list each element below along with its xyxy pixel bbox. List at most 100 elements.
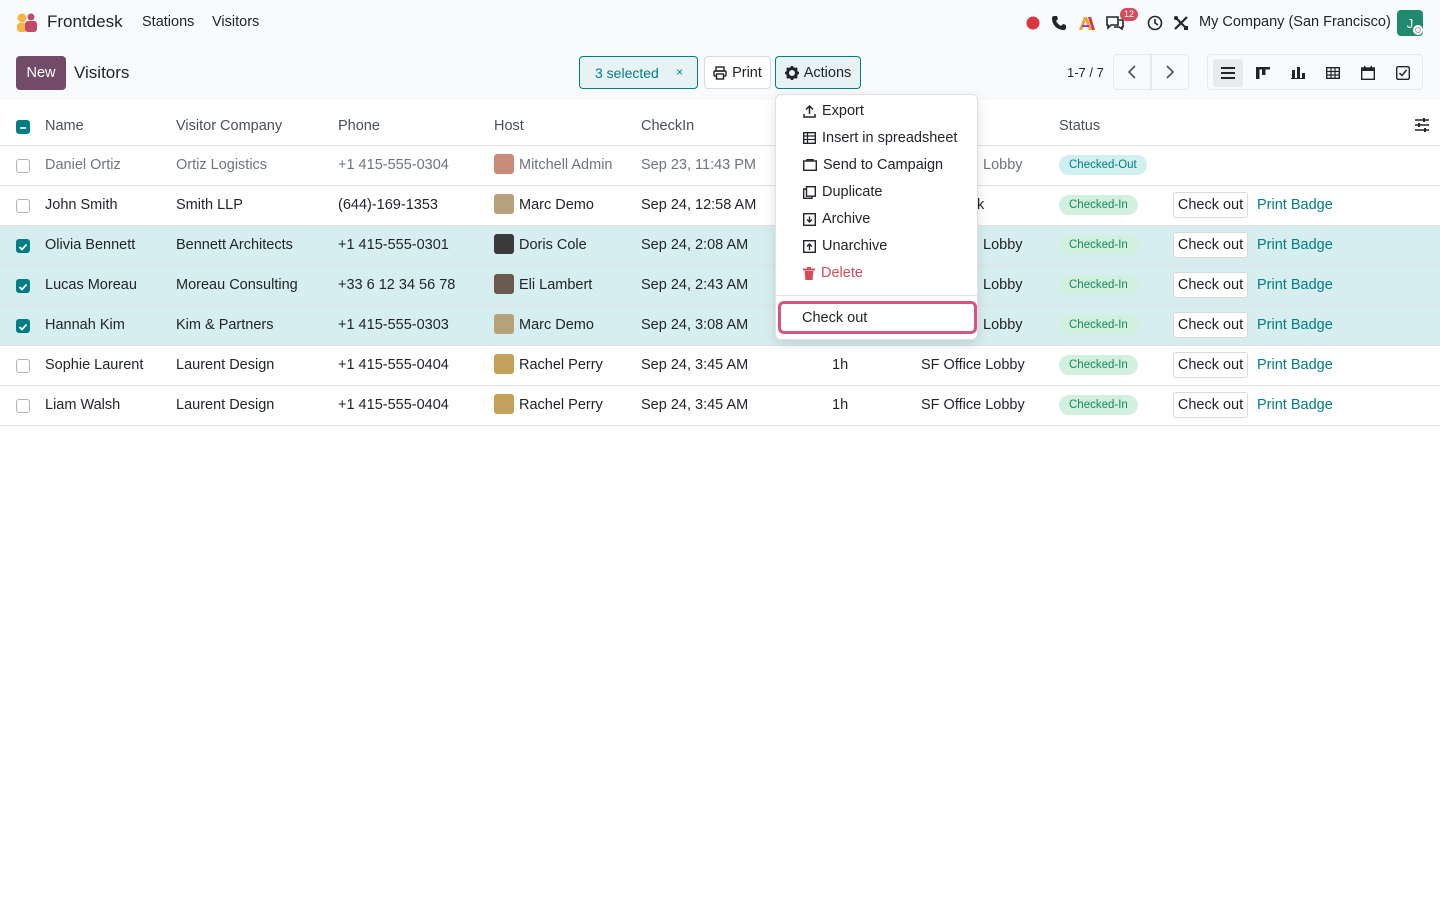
row-checkbox[interactable] [16,399,30,413]
actions-button[interactable]: Actions [775,56,861,89]
row-checkbox[interactable] [16,239,30,253]
menu-item-label: Delete [821,265,863,281]
cell-host: Eli Lambert [519,277,593,293]
cell-phone: +1 415-555-0303 [338,317,449,333]
ai-icon[interactable] [1077,13,1097,33]
company-switcher[interactable]: My Company (San Francisco) [1199,14,1391,30]
activity-view-button[interactable] [1388,59,1418,87]
pivot-view-button[interactable] [1318,59,1348,87]
pager-next-button[interactable] [1151,54,1189,90]
check-out-button[interactable]: Check out [1173,272,1248,298]
kanban-view-button[interactable] [1248,59,1278,87]
cell-phone: +33 6 12 34 56 78 [338,277,456,293]
menu-stations[interactable]: Stations [142,14,194,30]
page-title: Visitors [74,63,130,82]
chevron-right-icon [1166,65,1175,79]
print-badge-link[interactable]: Print Badge [1257,197,1333,213]
table-row[interactable]: John Smith Smith LLP (644)-169-1353 Marc… [0,186,1440,226]
menu-visitors[interactable]: Visitors [212,14,259,30]
menu-item-send-to-campaign[interactable]: Send to Campaign [803,157,943,173]
menu-item-export[interactable]: Export [803,103,864,119]
optional-columns-icon[interactable] [1414,118,1430,132]
table-row[interactable]: Liam Walsh Laurent Design +1 415-555-040… [0,386,1440,426]
host-avatar [494,194,514,214]
frontdesk-app-icon[interactable] [16,12,38,34]
cell-name: Daniel Ortiz [45,157,121,173]
column-header-status[interactable]: Status [1059,118,1100,134]
status-badge: Checked-In [1059,315,1138,335]
selected-count: 3 selected [595,65,659,81]
cell-name: Liam Walsh [45,397,121,413]
app-name[interactable]: Frontdesk [47,12,123,32]
calendar-view-button[interactable] [1353,59,1383,87]
column-header-name[interactable]: Name [45,118,84,134]
pager-previous-button[interactable] [1113,54,1151,90]
cell-name: Olivia Bennett [45,237,136,253]
cell-phone: (644)-169-1353 [338,197,438,213]
row-checkbox[interactable] [16,199,30,213]
status-badge: Checked-In [1059,195,1138,215]
menu-item-delete[interactable]: Delete [803,265,863,281]
new-button[interactable]: New [16,56,66,90]
row-checkbox[interactable] [16,319,30,333]
list-view-button[interactable] [1213,59,1243,87]
check-out-button[interactable]: Check out [1173,392,1248,418]
print-button[interactable]: Print [704,56,771,89]
cell-host: Rachel Perry [519,397,603,413]
menu-item-check-out[interactable]: Check out [778,301,977,334]
row-checkbox[interactable] [16,159,30,173]
menu-item-label: Duplicate [822,184,883,200]
row-checkbox[interactable] [16,279,30,293]
cell-station: Lobby [983,157,1023,173]
copy-icon [803,185,816,199]
check-out-button[interactable]: Check out [1173,232,1248,258]
print-badge-link[interactable]: Print Badge [1257,357,1333,373]
cell-station: Lobby [983,237,1023,253]
print-badge-link[interactable]: Print Badge [1257,277,1333,293]
select-all-checkbox[interactable] [16,120,30,134]
host-avatar [494,314,514,334]
check-out-button[interactable]: Check out [1173,192,1248,218]
cell-name: Hannah Kim [45,317,125,333]
menu-item-label: Insert in spreadsheet [822,130,958,146]
activity-icon [1396,66,1410,80]
pivot-table-icon [1326,67,1340,79]
menu-item-duplicate[interactable]: Duplicate [803,184,882,200]
clear-selection-button[interactable]: × [676,65,683,79]
cell-company: Laurent Design [176,397,275,413]
row-checkbox[interactable] [16,359,30,373]
table-row[interactable]: Hannah Kim Kim & Partners +1 415-555-030… [0,306,1440,346]
column-header-checkin[interactable]: CheckIn [641,118,694,134]
cell-host: Rachel Perry [519,357,603,373]
cell-name: Lucas Moreau [45,277,137,293]
graph-view-button[interactable] [1283,59,1313,87]
upload-icon [803,104,816,118]
check-out-button[interactable]: Check out [1173,312,1248,338]
print-badge-link[interactable]: Print Badge [1257,397,1333,413]
print-badge-link[interactable]: Print Badge [1257,237,1333,253]
column-header-host[interactable]: Host [494,118,524,134]
cell-station: SF Office Lobby [921,357,1025,373]
column-header-phone[interactable]: Phone [338,118,380,134]
menu-item-unarchive[interactable]: Unarchive [803,238,887,254]
table-row[interactable]: Olivia Bennett Bennett Architects +1 415… [0,226,1440,266]
phone-icon[interactable] [1049,13,1069,33]
clock-icon[interactable] [1145,13,1165,33]
actions-dropdown-menu: Export Insert in spreadsheet Send to Cam… [775,94,978,340]
status-badge: Checked-Out [1059,155,1147,175]
table-row[interactable]: Lucas Moreau Moreau Consulting +33 6 12 … [0,266,1440,306]
print-badge-link[interactable]: Print Badge [1257,317,1333,333]
tools-icon[interactable] [1171,13,1191,33]
menu-item-archive[interactable]: Archive [803,211,870,227]
pager-value[interactable]: 1-7 / 7 [1067,65,1104,80]
cell-checkin: Sep 24, 3:45 AM [641,397,749,413]
column-header-visitor-company[interactable]: Visitor Company [176,118,282,134]
table-row[interactable]: Sophie Laurent Laurent Design +1 415-555… [0,346,1440,386]
menu-item-label: Export [822,103,864,119]
record-icon[interactable] [1023,13,1043,33]
menu-item-insert-in-spreadsheet[interactable]: Insert in spreadsheet [803,130,957,146]
cell-company: Kim & Partners [176,317,274,333]
check-out-button[interactable]: Check out [1173,352,1248,378]
table-row[interactable]: Daniel Ortiz Ortiz Logistics +1 415-555-… [0,146,1440,186]
gear-icon [784,65,799,80]
